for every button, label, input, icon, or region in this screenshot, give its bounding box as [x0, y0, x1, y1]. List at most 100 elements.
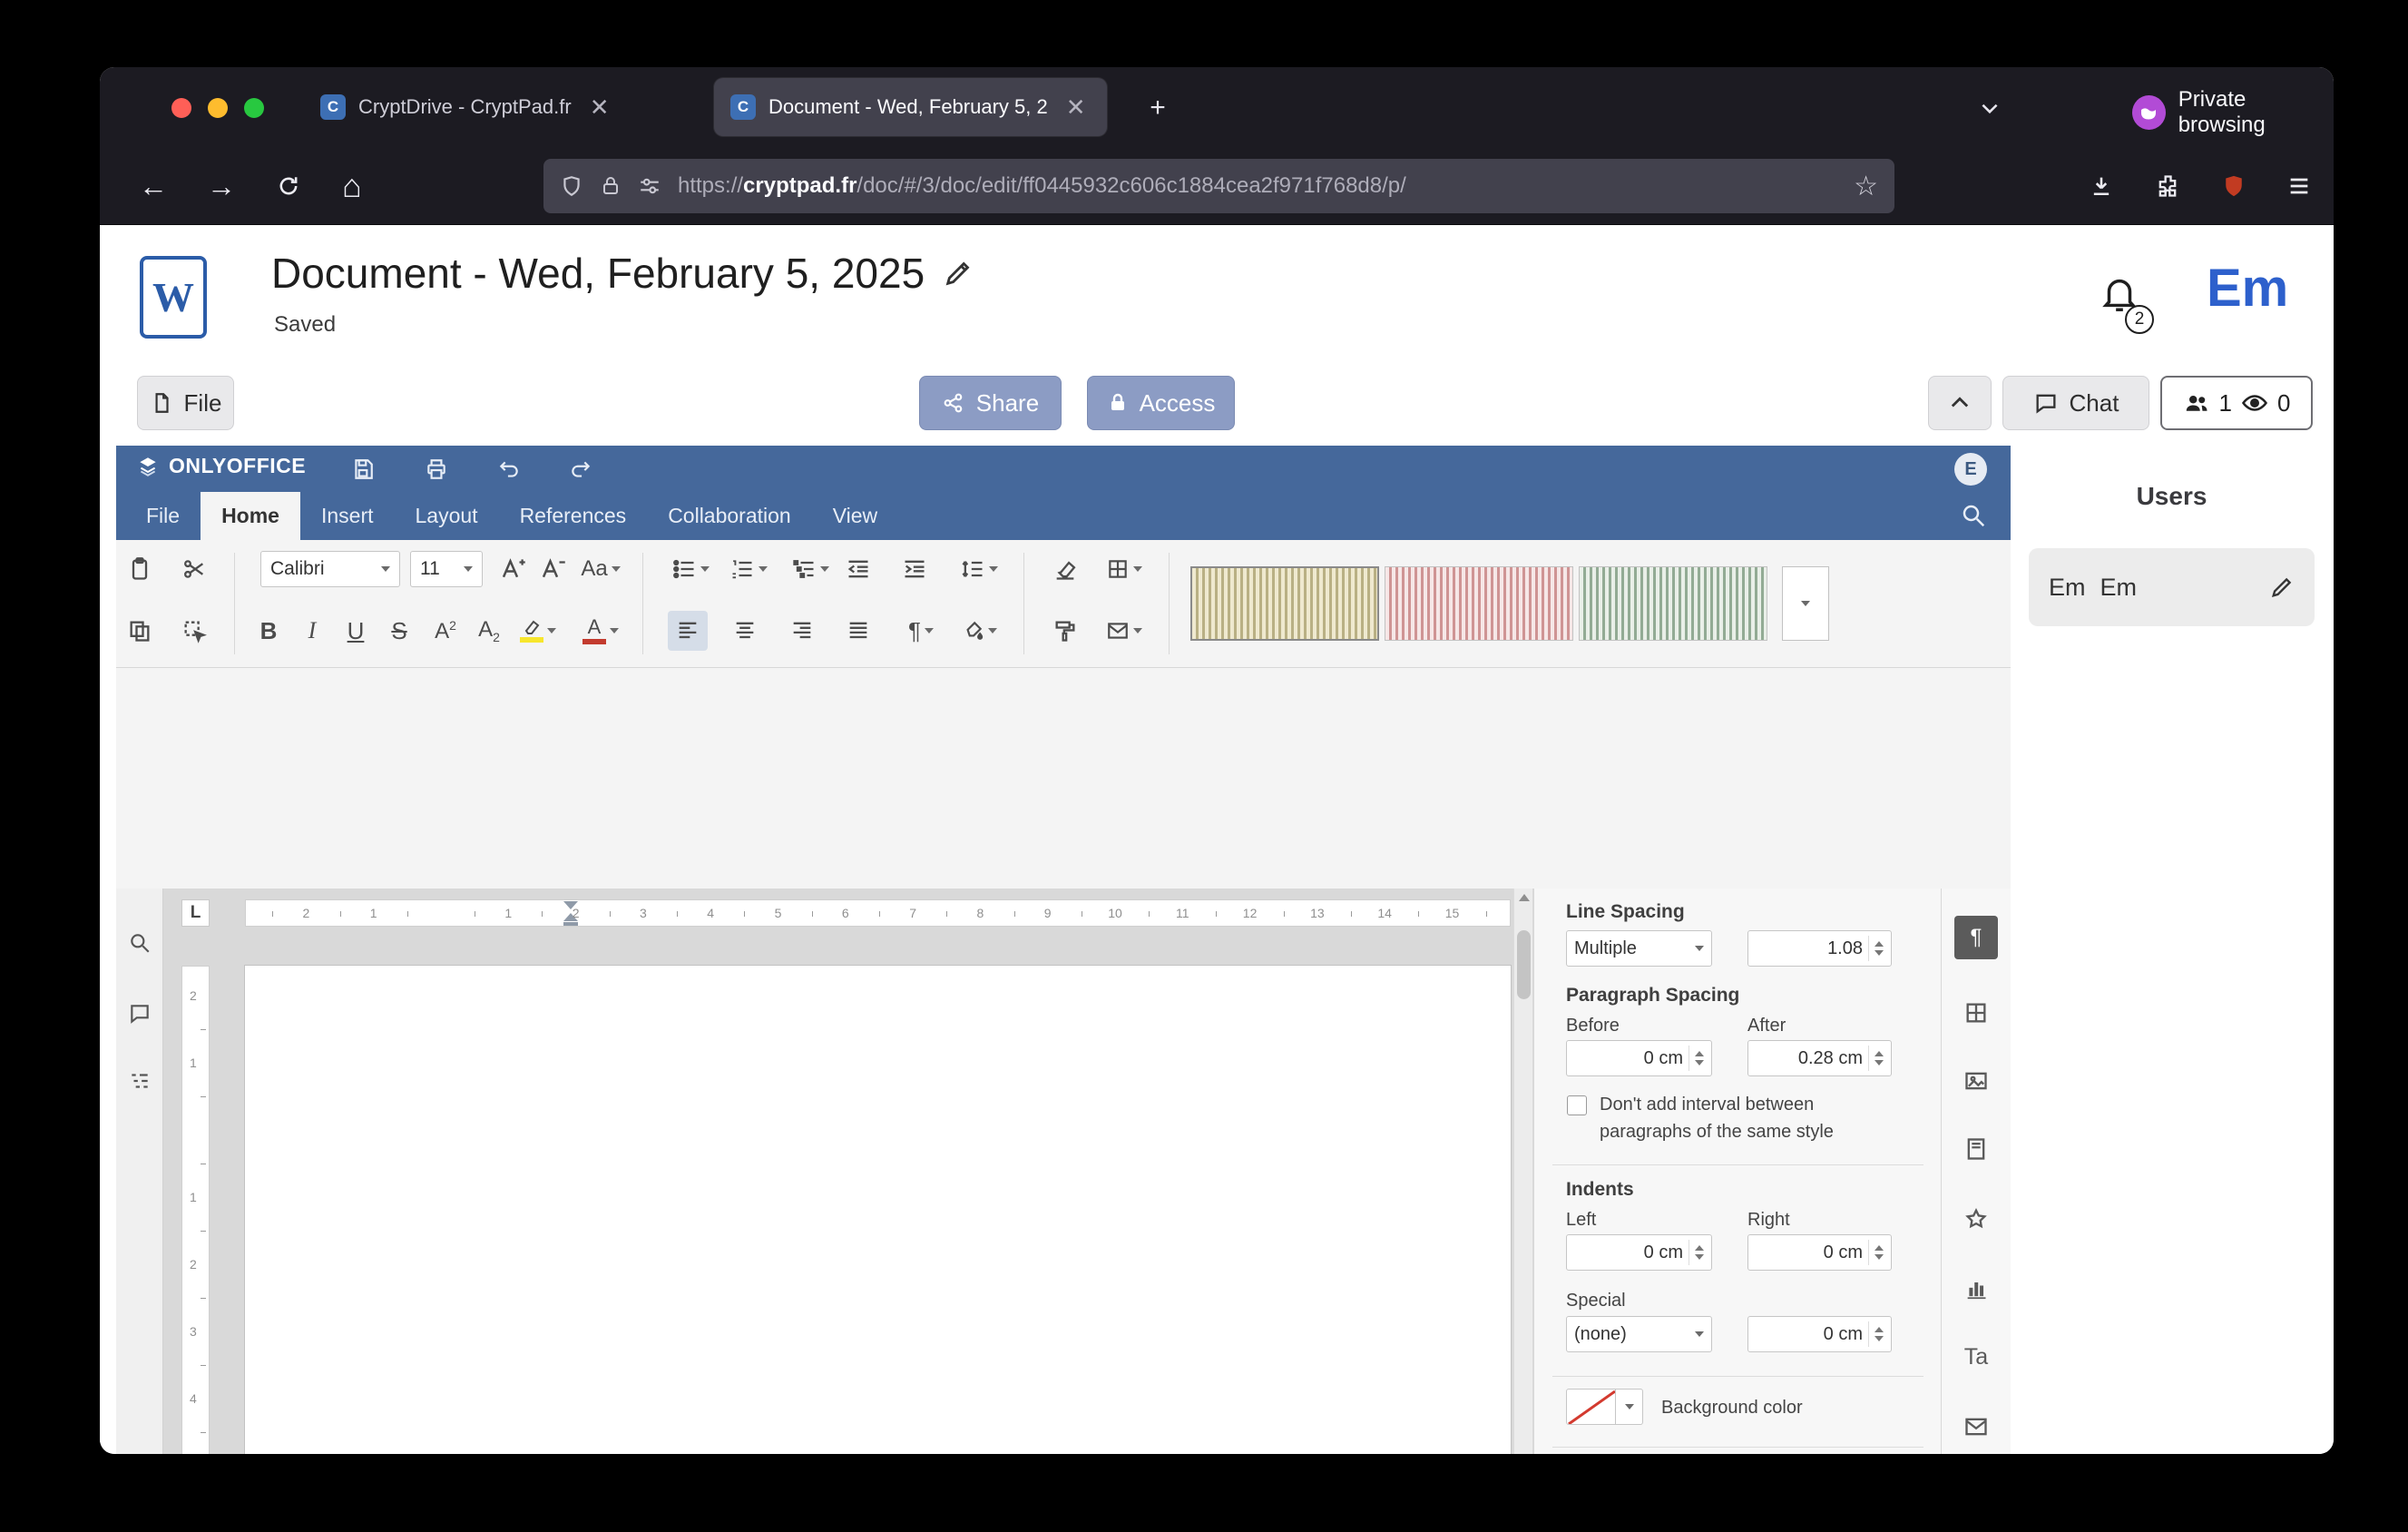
menu-tab-collaboration[interactable]: Collaboration: [647, 492, 812, 540]
borders-button[interactable]: [1098, 549, 1150, 589]
spinner-arrows[interactable]: [1689, 1046, 1704, 1071]
spinner-arrows[interactable]: [1868, 936, 1884, 961]
mailmerge-settings-tab[interactable]: [1954, 1405, 1998, 1449]
menu-tab-layout[interactable]: Layout: [395, 492, 499, 540]
spinner-arrows[interactable]: [1868, 1321, 1884, 1347]
forward-button[interactable]: →: [198, 162, 245, 210]
menu-tab-home[interactable]: Home: [201, 492, 300, 540]
extensions-button[interactable]: [2144, 162, 2191, 210]
url-bar[interactable]: https://cryptpad.fr/doc/#/3/doc/edit/ff0…: [543, 159, 1894, 213]
collaborator-avatar[interactable]: E: [1954, 453, 1987, 486]
menu-tab-references[interactable]: References: [499, 492, 648, 540]
redo-button[interactable]: [563, 452, 598, 486]
special-indent-select[interactable]: (none): [1566, 1316, 1712, 1352]
style-gallery-expand-button[interactable]: [1782, 566, 1829, 641]
special-amount-spinner[interactable]: 0 cm: [1747, 1316, 1892, 1352]
share-button[interactable]: Share: [919, 376, 1062, 430]
change-case-button[interactable]: Aa: [574, 549, 627, 589]
highlight-color-button[interactable]: [512, 611, 564, 651]
select-all-button[interactable]: [174, 611, 214, 651]
image-settings-tab[interactable]: [1954, 1059, 1998, 1103]
undo-button[interactable]: [492, 452, 526, 486]
align-center-button[interactable]: [725, 611, 765, 651]
paragraph-shading-button[interactable]: [953, 611, 1005, 651]
window-zoom-button[interactable]: [244, 98, 264, 118]
indent-right-spinner[interactable]: 0 cm: [1747, 1234, 1892, 1271]
italic-button[interactable]: I: [292, 611, 332, 651]
copy-button[interactable]: [120, 611, 160, 651]
home-button[interactable]: ⌂: [328, 162, 376, 210]
table-settings-tab[interactable]: [1954, 991, 1998, 1035]
bold-button[interactable]: B: [249, 611, 289, 651]
spacing-before-spinner[interactable]: 0 cm: [1566, 1040, 1712, 1076]
align-justify-button[interactable]: [838, 611, 878, 651]
user-list-item[interactable]: Em Em: [2029, 548, 2315, 626]
paragraph-settings-tab[interactable]: ¶: [1954, 916, 1998, 959]
tab-cryptdrive[interactable]: C CryptDrive - CryptPad.fr ✕: [304, 78, 694, 136]
scroll-up-arrow[interactable]: [1519, 894, 1530, 901]
back-button[interactable]: ←: [130, 162, 177, 210]
account-avatar[interactable]: Em: [2207, 258, 2288, 319]
tracking-shield-icon[interactable]: [560, 174, 583, 198]
font-color-button[interactable]: A: [574, 611, 627, 651]
window-minimize-button[interactable]: [208, 98, 228, 118]
copy-style-button[interactable]: [1045, 611, 1085, 651]
mail-merge-button[interactable]: [1098, 611, 1150, 651]
horizontal-ruler[interactable]: 21123456789101112131415: [245, 899, 1511, 927]
spinner-arrows[interactable]: [1868, 1240, 1884, 1265]
align-right-button[interactable]: [782, 611, 822, 651]
shape-settings-tab[interactable]: [1954, 1197, 1998, 1241]
window-close-button[interactable]: [171, 98, 191, 118]
chart-settings-tab[interactable]: [1954, 1267, 1998, 1311]
line-spacing-amount-spinner[interactable]: 1.08: [1747, 930, 1892, 967]
tab-stop-selector[interactable]: L: [181, 899, 210, 927]
bullets-button[interactable]: [664, 549, 717, 589]
increase-font-button[interactable]: [493, 549, 533, 589]
list-all-tabs-button[interactable]: [1969, 87, 2011, 129]
multilevel-list-button[interactable]: [784, 549, 837, 589]
background-color-swatch[interactable]: [1566, 1389, 1616, 1425]
vertical-ruler[interactable]: 21123456: [181, 966, 210, 1454]
background-color-dropdown[interactable]: [1616, 1389, 1643, 1425]
tab-close-icon[interactable]: ✕: [590, 93, 610, 122]
reload-button[interactable]: [265, 162, 312, 210]
paste-button[interactable]: [120, 549, 160, 589]
style-preview-2[interactable]: [1385, 566, 1573, 641]
ublock-button[interactable]: [2210, 162, 2257, 210]
superscript-button[interactable]: A2: [426, 611, 465, 651]
print-button[interactable]: [419, 452, 454, 486]
new-tab-button[interactable]: +: [1137, 87, 1179, 129]
numbering-button[interactable]: [722, 549, 775, 589]
menu-tab-view[interactable]: View: [812, 492, 898, 540]
decrease-font-button[interactable]: [533, 549, 573, 589]
permissions-icon[interactable]: [638, 174, 661, 198]
subscript-button[interactable]: A2: [469, 611, 509, 651]
file-menu-button[interactable]: File: [137, 376, 234, 430]
collapse-toolbar-button[interactable]: [1928, 376, 1992, 430]
style-preview-1[interactable]: [1190, 566, 1379, 641]
left-indent-marker[interactable]: [563, 922, 578, 927]
no-interval-checkbox[interactable]: [1567, 1095, 1587, 1115]
indent-left-spinner[interactable]: 0 cm: [1566, 1234, 1712, 1271]
header-footer-settings-tab[interactable]: [1954, 1127, 1998, 1171]
spinner-arrows[interactable]: [1689, 1240, 1704, 1265]
textart-settings-tab[interactable]: Ta: [1954, 1335, 1998, 1379]
save-button[interactable]: [346, 452, 380, 486]
menu-tab-insert[interactable]: Insert: [300, 492, 395, 540]
font-name-select[interactable]: Calibri: [260, 551, 400, 587]
font-size-select[interactable]: 11: [410, 551, 483, 587]
lock-icon[interactable]: [600, 175, 622, 197]
line-spacing-select[interactable]: Multiple: [1566, 930, 1712, 967]
edit-user-button[interactable]: [2269, 574, 2295, 600]
style-preview-3[interactable]: [1579, 566, 1767, 641]
tab-close-icon[interactable]: ✕: [1066, 93, 1086, 122]
user-presence-group[interactable]: 1 0: [2160, 376, 2313, 430]
cut-button[interactable]: [174, 549, 214, 589]
tab-document[interactable]: C Document - Wed, February 5, 2 ✕: [714, 78, 1107, 136]
increase-indent-button[interactable]: [895, 549, 935, 589]
navigation-button[interactable]: [122, 1063, 158, 1099]
chat-button[interactable]: Chat: [2002, 376, 2149, 430]
vertical-scroll-thumb[interactable]: [1517, 930, 1531, 999]
line-spacing-button[interactable]: [953, 549, 1005, 589]
spacing-after-spinner[interactable]: 0.28 cm: [1747, 1040, 1892, 1076]
